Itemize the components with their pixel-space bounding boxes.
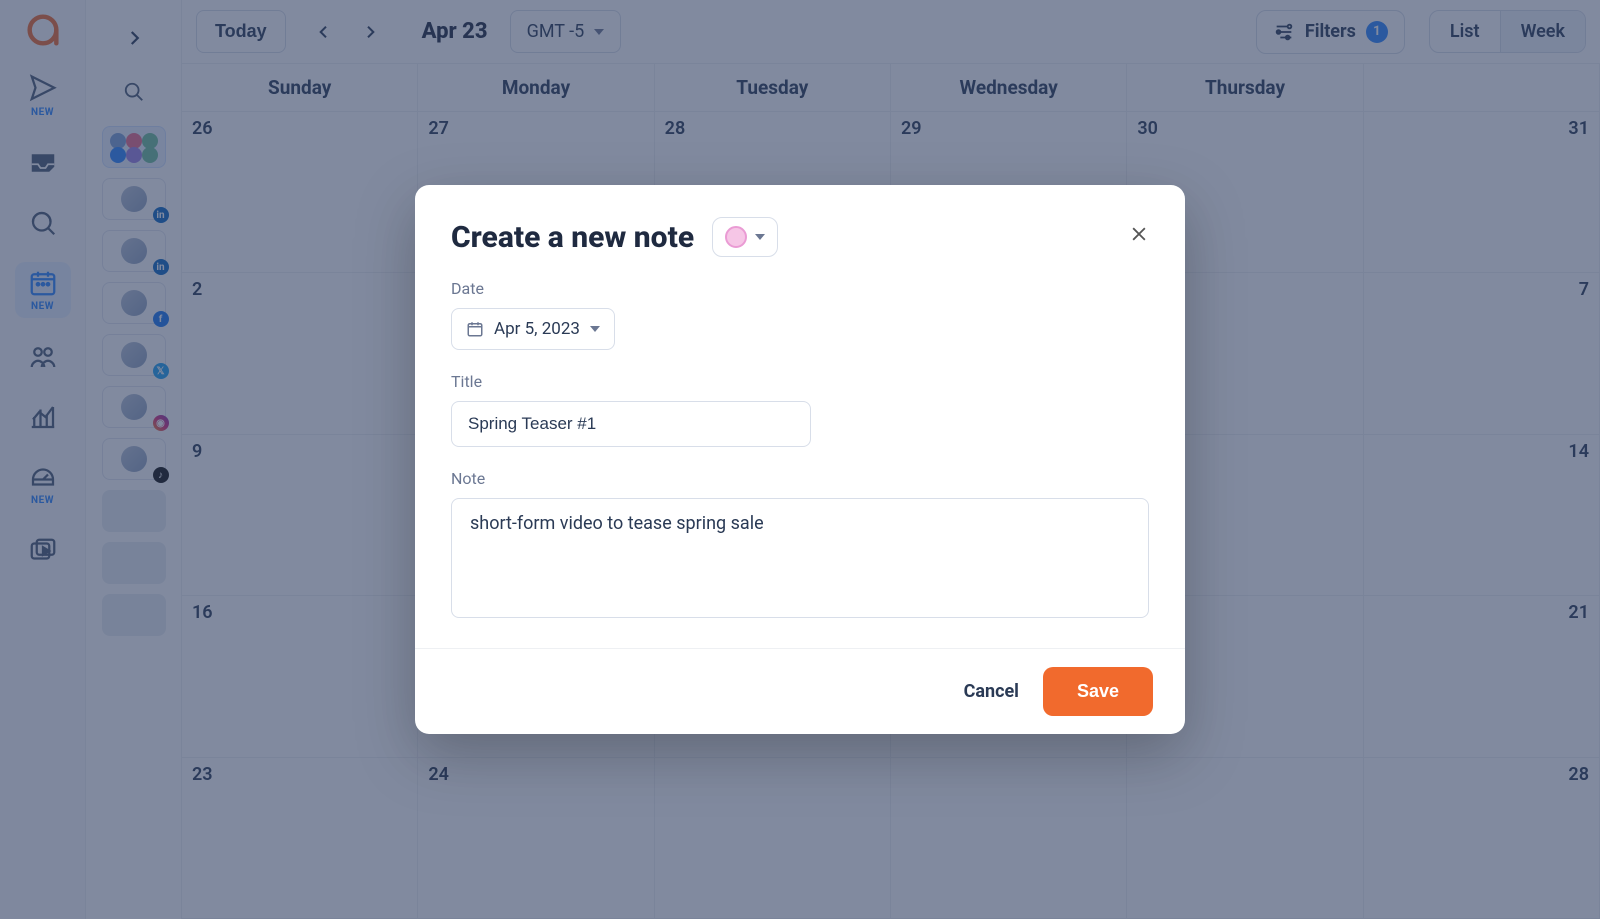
title-input[interactable] [451, 401, 811, 447]
calendar-icon [466, 320, 484, 338]
title-field-label: Title [451, 372, 1149, 391]
date-picker[interactable]: Apr 5, 2023 [451, 308, 615, 350]
modal-title: Create a new note [451, 220, 694, 255]
chevron-down-icon [590, 326, 600, 332]
modal-overlay[interactable]: Create a new note Date Apr 5, 2023 Title… [0, 0, 1600, 919]
close-icon [1129, 224, 1149, 244]
date-value: Apr 5, 2023 [494, 319, 580, 339]
save-button[interactable]: Save [1043, 667, 1153, 716]
create-note-modal: Create a new note Date Apr 5, 2023 Title… [415, 185, 1185, 734]
cancel-button[interactable]: Cancel [964, 681, 1019, 702]
color-swatch [725, 226, 747, 248]
close-modal-button[interactable] [1129, 224, 1149, 250]
date-field-label: Date [451, 279, 1149, 298]
chevron-down-icon [755, 234, 765, 240]
note-textarea[interactable] [451, 498, 1149, 618]
note-field-label: Note [451, 469, 1149, 488]
note-color-picker[interactable] [712, 217, 778, 257]
